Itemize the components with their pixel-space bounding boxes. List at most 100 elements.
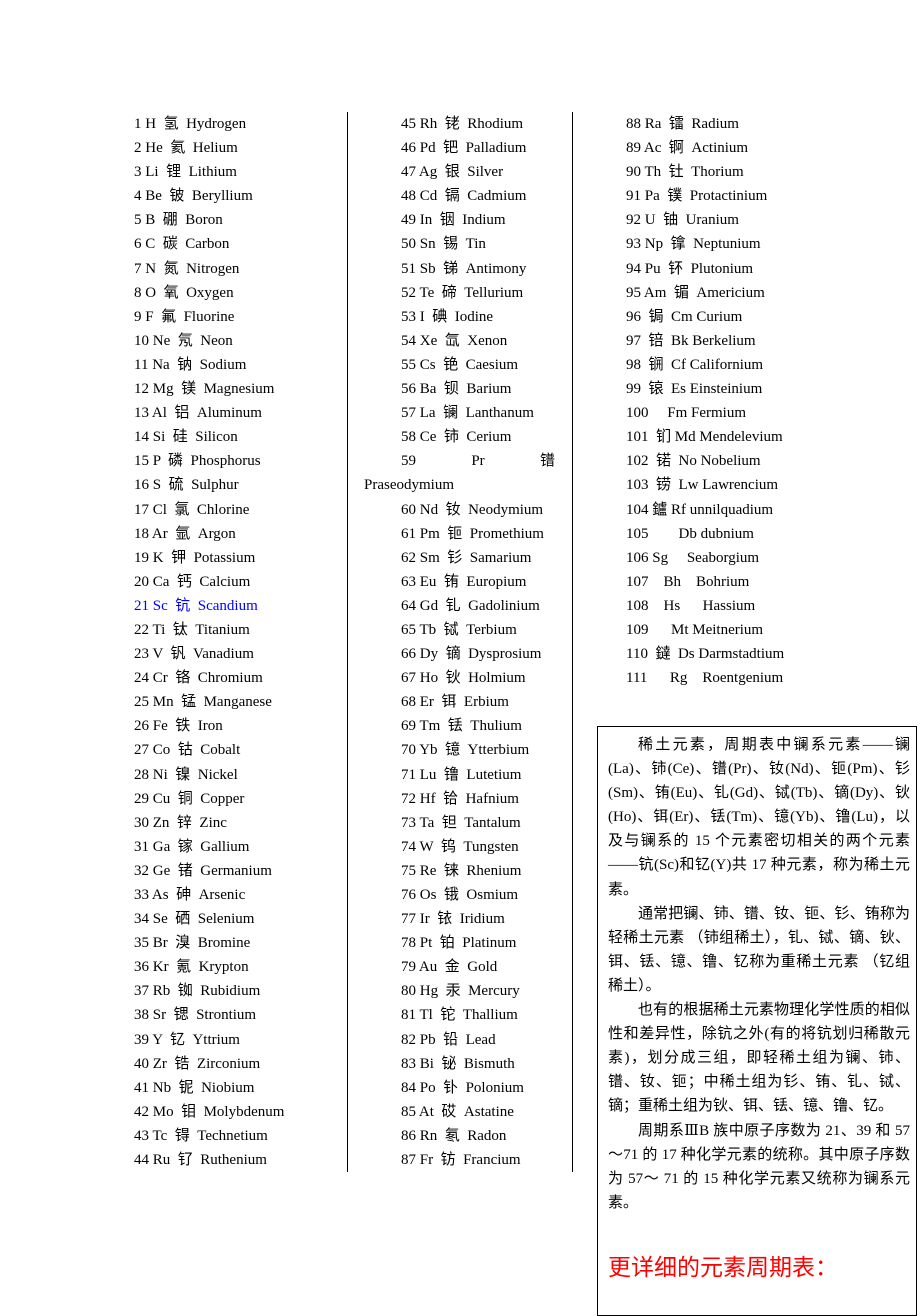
element-row: 88 Ra 镭 Radium	[626, 116, 739, 132]
element-row: 109 Mt Meitnerium	[626, 621, 764, 638]
element-row: 17 Cl 氯 Chlorine	[134, 501, 250, 518]
element-row: 1 H 氢 Hydrogen	[134, 116, 247, 132]
element-row: 68 Er 铒 Erbium	[401, 694, 509, 711]
element-row: 110 鐽 Ds Darmstadtium	[626, 646, 785, 663]
element-row: 92 U 铀 Uranium	[626, 212, 739, 229]
element-row: 8 O 氧 Oxygen	[134, 284, 234, 301]
rare-earth-info-box: 稀土元素，周期表中镧系元素——镧(La)、铈(Ce)、镨(Pr)、钕(Nd)、钷…	[597, 726, 917, 1316]
element-row: 38 Sr 锶 Strontium	[134, 1007, 257, 1024]
element-row: 66 Dy 镝 Dysprosium	[401, 646, 542, 663]
paragraph: 也有的根据稀土元素物理化学性质的相似性和差异性，除钪之外(有的将钪划归稀散元素)…	[608, 1002, 910, 1115]
element-row: 65 Tb 铽 Terbium	[401, 621, 517, 638]
element-row: 107 Bh Bohrium	[626, 573, 750, 590]
element-row: 43 Tc 锝 Technetium	[134, 1127, 268, 1144]
element-row: 15 P 磷 Phosphorus	[134, 453, 261, 470]
element-row: 28 Ni 镍 Nickel	[134, 766, 238, 783]
element-row: 90 Th 钍 Thorium	[626, 164, 744, 181]
element-row: 29 Cu 铜 Copper	[134, 790, 245, 807]
element-row: 53 I 碘 Iodine	[401, 308, 494, 325]
element-row: 36 Kr 氪 Krypton	[134, 959, 249, 976]
element-row: 40 Zr 锆 Zirconium	[134, 1055, 261, 1072]
element-row: 72 Hf 铪 Hafnium	[401, 790, 519, 807]
element-row: 57 La 镧 Lanthanum	[401, 405, 534, 422]
element-row: 33 As 砷 Arsenic	[134, 887, 246, 903]
element-row: 100 Fm Fermium	[626, 405, 747, 422]
column-divider	[572, 112, 573, 1172]
element-row: 74 W 钨 Tungsten	[401, 838, 519, 855]
element-row: 73 Ta 钽 Tantalum	[401, 814, 521, 831]
element-row: 67 Ho 钬 Holmium	[401, 670, 526, 687]
element-row: 54 Xe 氙 Xenon	[401, 332, 508, 349]
element-row: 14 Si 硅 Silicon	[134, 429, 238, 446]
element-row: 4 Be 铍 Beryllium	[134, 188, 253, 205]
element-row: 45 Rh 铑 Rhodium	[401, 116, 524, 132]
element-row: 44 Ru 钌 Ruthenium	[134, 1152, 267, 1169]
element-row: 56 Ba 钡 Barium	[401, 381, 512, 398]
element-row: 5 B 硼 Boron	[134, 212, 223, 229]
element-row: 9 F 氟 Fluorine	[134, 308, 235, 325]
element-row: 61 Pm 钷 Promethium	[401, 525, 544, 542]
element-row: 19 K 钾 Potassium	[134, 549, 256, 566]
element-row: 49 In 铟 Indium	[401, 212, 506, 229]
element-row: 62 Sm 钐 Samarium	[401, 549, 532, 566]
element-row: 106 Sg Seaborgium	[626, 549, 760, 566]
element-row: 11 Na 钠 Sodium	[134, 356, 247, 373]
element-row: 42 Mo 钼 Molybdenum	[134, 1103, 285, 1120]
element-column-3: 88 Ra 镭 Radium 89 Ac 锕 Actinium 90 Th 钍 Th…	[626, 114, 784, 692]
element-row: 99 锿 Es Einsteinium	[626, 381, 763, 398]
element-chinese-name: 镨	[539, 453, 555, 470]
element-row: 104 鑪 Rf unnilquadium	[626, 501, 774, 518]
element-row: 89 Ac 锕 Actinium	[626, 140, 749, 157]
element-row: 32 Ge 锗 Germanium	[134, 862, 272, 879]
element-row: 48 Cd 镉 Cadmium	[401, 188, 527, 205]
element-row: 111 Rg Roentgenium	[626, 670, 784, 687]
element-row: 84 Po 钋 Polonium	[401, 1079, 524, 1096]
element-row: 7 N 氮 Nitrogen	[134, 260, 240, 277]
element-row-59: 59 Pr 镨	[401, 451, 555, 475]
element-column-1: 1 H 氢 Hydrogen 2 He 氦 Helium 3 Li 锂 Lithiu…	[134, 114, 284, 1174]
element-row: 12 Mg 镁 Magnesium	[134, 381, 275, 398]
element-row: 78 Pt 铂 Platinum	[401, 935, 517, 952]
element-column-2: 45 Rh 铑 Rhodium 46 Pd 钯 Palladium 47 Ag 银 …	[364, 114, 555, 1174]
element-row: 13 Al 铝 Aluminum	[134, 405, 262, 422]
element-row: 27 Co 钴 Cobalt	[134, 742, 241, 759]
element-row: 102 锘 No Nobelium	[626, 453, 761, 470]
element-row: 94 Pu 钚 Plutonium	[626, 260, 754, 277]
paragraph: 通常把镧、铈、镨、钕、钷、钐、铕称为轻稀土元素 （铈组稀土），钆、铽、镝、钬、铒…	[608, 905, 910, 994]
element-row: 95 Am 镅 Americium	[626, 284, 765, 301]
element-row: 47 Ag 银 Silver	[401, 164, 504, 181]
element-row: 70 Yb 镱 Ytterbium	[401, 742, 530, 759]
element-row: 93 Np 镎 Neptunium	[626, 236, 761, 253]
element-row: 30 Zn 锌 Zinc	[134, 814, 227, 831]
paragraph: 稀土元素，周期表中镧系元素——镧(La)、铈(Ce)、镨(Pr)、钕(Nd)、钷…	[608, 737, 910, 898]
element-row: 46 Pd 钯 Palladium	[401, 140, 527, 157]
element-row: 52 Te 碲 Tellurium	[401, 284, 524, 301]
element-row: 76 Os 锇 Osmium	[401, 887, 519, 903]
element-row: 69 Tm 铥 Thulium	[401, 718, 522, 735]
element-row: 39 Y 钇 Yttrium	[134, 1031, 240, 1048]
element-row: 71 Lu 镥 Lutetium	[401, 766, 522, 783]
element-row: 58 Ce 铈 Cerium	[401, 429, 512, 446]
element-row: 18 Ar 氩 Argon	[134, 525, 236, 542]
element-row: 81 Tl 铊 Thallium	[401, 1007, 518, 1024]
element-row: 75 Re 铼 Rhenium	[401, 862, 522, 879]
element-row: 22 Ti 钛 Titanium	[134, 621, 250, 638]
element-row: 34 Se 硒 Selenium	[134, 911, 255, 928]
element-row: 97 锫 Bk Berkelium	[626, 332, 756, 349]
element-row: 96 锔 Cm Curium	[626, 308, 743, 325]
element-row: 91 Pa 镤 Protactinium	[626, 188, 768, 205]
element-row: 64 Gd 钆 Gadolinium	[401, 597, 540, 614]
element-row: 6 C 碳 Carbon	[134, 236, 230, 253]
element-row: 105 Db dubnium	[626, 525, 754, 542]
element-row: 79 Au 金 Gold	[401, 959, 498, 976]
element-name-59: Praseodymium	[364, 477, 454, 494]
element-row: 101 钔 Md Mendelevium	[626, 429, 783, 446]
element-row: 77 Ir 铱 Iridium	[401, 911, 505, 928]
element-row: 98 锎 Cf Californium	[626, 356, 764, 373]
element-row: 87 Fr 钫 Francium	[401, 1152, 521, 1169]
element-number: 59	[401, 453, 416, 470]
detailed-periodic-table-heading: 更详细的元素周期表：	[608, 1254, 838, 1280]
element-row: 83 Bi 铋 Bismuth	[401, 1055, 515, 1072]
element-row: 31 Ga 镓 Gallium	[134, 838, 250, 855]
element-row: 60 Nd 钕 Neodymium	[401, 501, 544, 518]
